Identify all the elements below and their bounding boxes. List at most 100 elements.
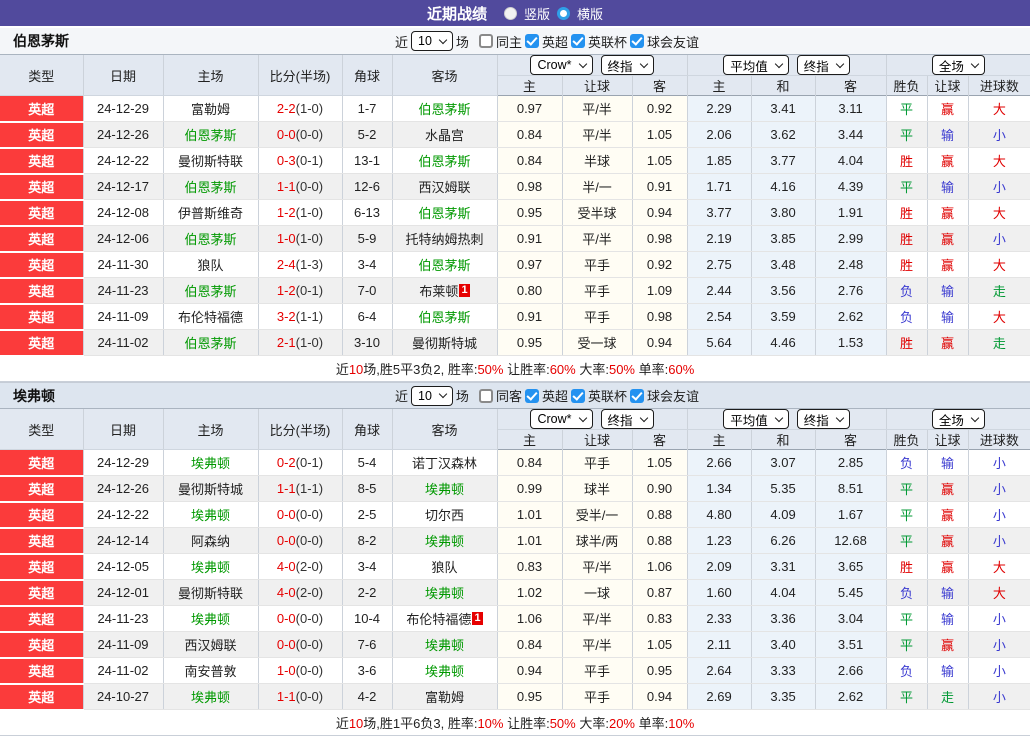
avg-home-cell: 1.85 bbox=[687, 147, 752, 174]
chevron-down-icon bbox=[835, 413, 845, 422]
same-away-checkbox[interactable] bbox=[478, 388, 493, 403]
odds-away-cell: 0.94 bbox=[632, 683, 688, 710]
odds-handicap-cell: 球半/两 bbox=[562, 527, 633, 554]
away-team-cell: 布伦特福德 1 bbox=[392, 605, 498, 632]
vertical-layout-radio[interactable] bbox=[503, 6, 517, 20]
team-name: 埃弗顿 bbox=[13, 387, 55, 404]
score-cell: 4-0(2-0) bbox=[258, 553, 343, 580]
home-team-cell: 埃弗顿 bbox=[163, 501, 259, 528]
match-type-cell: 英超 bbox=[0, 173, 84, 201]
odds-handicap-cell: 平手 bbox=[562, 657, 633, 684]
table-row: 英超 24-11-23 埃弗顿 0-0(0-0) 10-4 布伦特福德 1 1.06 平/半 0.… bbox=[0, 605, 1030, 633]
col-header-away: 客场 bbox=[392, 409, 498, 450]
score-cell: 0-0(0-0) bbox=[258, 631, 343, 658]
odds-handicap-cell: 受半球 bbox=[562, 199, 633, 226]
avg-stage-select[interactable]: 终指 bbox=[796, 409, 850, 429]
col-header-corner: 角球 bbox=[342, 55, 393, 96]
league-friendly-checkbox[interactable] bbox=[629, 34, 644, 48]
score-cell: 1-2(1-0) bbox=[258, 199, 343, 226]
filter-bar: 近 10 场 同主 英超 英联杯 球会友谊 bbox=[395, 31, 699, 51]
home-team-cell: 西汉姆联 bbox=[163, 631, 259, 658]
avg-away-cell: 4.04 bbox=[815, 147, 887, 174]
avg-away-cell: 1.67 bbox=[815, 501, 887, 528]
result-handicap-cell: 赢 bbox=[927, 553, 969, 580]
home-team-cell: 伯恩茅斯 bbox=[163, 329, 259, 356]
corner-cell: 5-9 bbox=[342, 225, 393, 252]
avg-home-cell: 5.64 bbox=[687, 329, 752, 356]
full-match-select[interactable]: 全场 bbox=[931, 409, 985, 429]
avg-draw-cell: 3.31 bbox=[751, 553, 816, 580]
league-friendly-checkbox[interactable] bbox=[629, 388, 644, 403]
corner-cell: 8-2 bbox=[342, 527, 393, 554]
odds-home-cell: 0.91 bbox=[497, 303, 563, 330]
col-header-date: 日期 bbox=[83, 409, 164, 450]
result-goals-cell: 大 bbox=[968, 95, 1030, 122]
away-team-cell: 伯恩茅斯 bbox=[392, 199, 498, 226]
col-header-odds-home: 主 bbox=[497, 75, 563, 96]
odds-away-cell: 1.05 bbox=[632, 147, 688, 174]
match-type-cell: 英超 bbox=[0, 121, 84, 149]
table-row: 英超 24-11-02 南安普敦 1-0(0-0) 3-6 埃弗顿 0.94 平手 0.95 2.… bbox=[0, 657, 1030, 685]
odds-home-cell: 0.97 bbox=[497, 95, 563, 122]
odds-stage-select[interactable]: 终指 bbox=[600, 55, 654, 75]
odds-away-cell: 0.98 bbox=[632, 303, 688, 330]
red-card-badge: 1 bbox=[472, 612, 483, 625]
score-cell: 1-1(0-0) bbox=[258, 683, 343, 710]
chevron-down-icon bbox=[578, 413, 587, 422]
league-epl-checkbox[interactable] bbox=[524, 34, 539, 48]
odds-handicap-cell: 平/半 bbox=[562, 553, 633, 580]
average-select[interactable]: 平均值 bbox=[723, 55, 789, 75]
result-wdl-cell: 负 bbox=[886, 657, 928, 684]
table-row: 英超 24-12-29 埃弗顿 0-2(0-1) 5-4 诺丁汉森林 0.84 平手 1.05 2… bbox=[0, 449, 1030, 477]
table-row: 英超 24-12-17 伯恩茅斯 1-1(0-0) 12-6 西汉姆联 0.98 半/一 0.9… bbox=[0, 173, 1030, 201]
odds-stage-select[interactable]: 终指 bbox=[600, 409, 654, 429]
avg-group-header: 平均值 终指 bbox=[687, 409, 887, 430]
corner-cell: 3-4 bbox=[342, 553, 393, 580]
table-row: 英超 24-11-30 狼队 2-4(1-3) 3-4 伯恩茅斯 0.97 平手 0.92 2.7… bbox=[0, 251, 1030, 279]
odds-away-cell: 0.94 bbox=[632, 199, 688, 226]
corner-cell: 4-2 bbox=[342, 683, 393, 710]
result-goals-cell: 小 bbox=[968, 173, 1030, 200]
col-header-avg-home: 主 bbox=[687, 75, 752, 96]
odds-handicap-cell: 半/一 bbox=[562, 173, 633, 200]
result-wdl-cell: 胜 bbox=[886, 225, 928, 252]
same-home-checkbox[interactable] bbox=[478, 34, 493, 48]
league-cup-checkbox[interactable] bbox=[570, 388, 585, 403]
away-team-cell: 伯恩茅斯 bbox=[392, 95, 498, 122]
result-wdl-cell: 胜 bbox=[886, 329, 928, 356]
league-cup-checkbox[interactable] bbox=[570, 34, 585, 48]
avg-home-cell: 2.11 bbox=[687, 631, 752, 658]
avg-stage-select[interactable]: 终指 bbox=[796, 55, 850, 75]
result-handicap-cell: 赢 bbox=[927, 147, 969, 174]
recent-count-select[interactable]: 10 bbox=[411, 385, 453, 406]
avg-draw-cell: 3.40 bbox=[751, 631, 816, 658]
score-cell: 4-0(2-0) bbox=[258, 579, 343, 606]
result-goals-cell: 小 bbox=[968, 501, 1030, 528]
bookmaker-select[interactable]: Crow* bbox=[530, 409, 593, 429]
avg-away-cell: 3.04 bbox=[815, 605, 887, 632]
horizontal-layout-radio[interactable] bbox=[557, 6, 570, 20]
home-team-cell: 埃弗顿 bbox=[163, 449, 259, 476]
average-select[interactable]: 平均值 bbox=[723, 409, 789, 429]
away-team-cell: 埃弗顿 bbox=[392, 475, 498, 502]
result-handicap-cell: 赢 bbox=[927, 475, 969, 502]
avg-draw-cell: 3.85 bbox=[751, 225, 816, 252]
result-goals-cell: 走 bbox=[968, 329, 1030, 356]
result-goals-cell: 小 bbox=[968, 605, 1030, 632]
full-match-select[interactable]: 全场 bbox=[931, 55, 985, 75]
chevron-down-icon bbox=[438, 35, 448, 44]
result-wdl-cell: 平 bbox=[886, 95, 928, 122]
match-type-cell: 英超 bbox=[0, 147, 84, 175]
result-goals-cell: 小 bbox=[968, 631, 1030, 658]
team-name: 伯恩茅斯 bbox=[13, 33, 69, 49]
avg-draw-cell: 3.59 bbox=[751, 303, 816, 330]
recent-count-select[interactable]: 10 bbox=[411, 31, 453, 51]
chevron-down-icon bbox=[774, 413, 784, 422]
league-epl-checkbox[interactable] bbox=[524, 388, 539, 403]
odds-away-cell: 1.06 bbox=[632, 553, 688, 580]
avg-home-cell: 2.19 bbox=[687, 225, 752, 252]
match-type-cell: 英超 bbox=[0, 605, 84, 633]
score-cell: 3-2(1-1) bbox=[258, 303, 343, 330]
bookmaker-select[interactable]: Crow* bbox=[530, 55, 593, 75]
avg-home-cell: 2.69 bbox=[687, 683, 752, 710]
